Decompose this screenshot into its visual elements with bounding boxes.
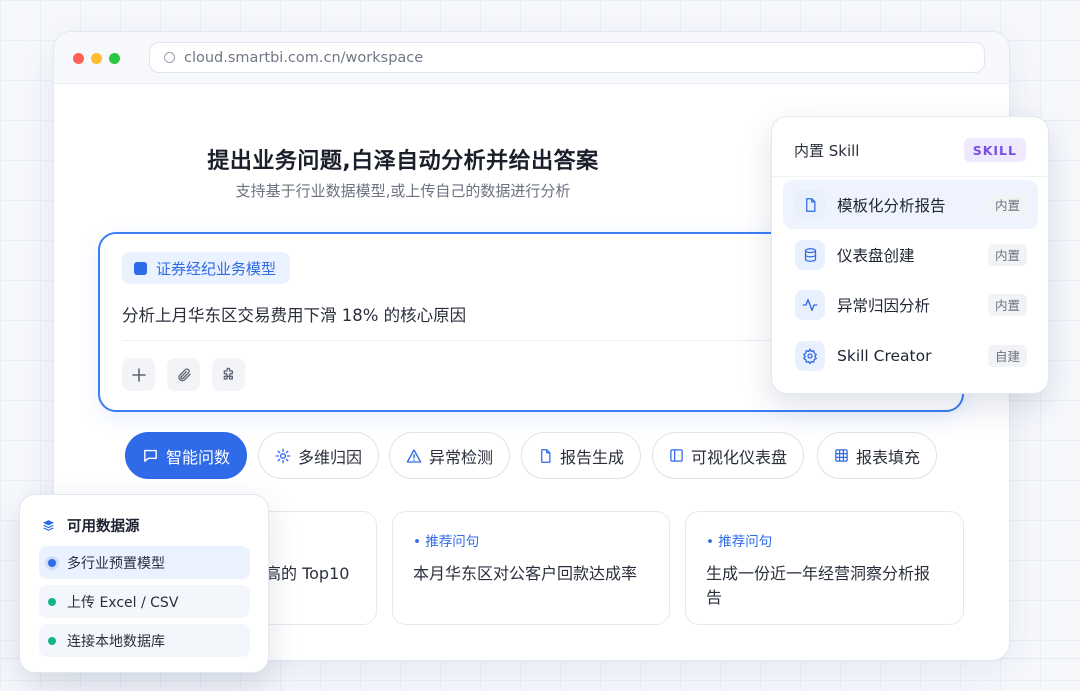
skill-tag: 内置 [987, 293, 1027, 316]
skill-item-template-report[interactable]: 模板化分析报告 内置 [783, 180, 1038, 229]
tab-label: 异常检测 [429, 447, 494, 467]
datasource-title-label: 可用数据源 [67, 519, 140, 535]
skill-name: Skill Creator [837, 346, 932, 365]
datasource-label: 多行业预置模型 [67, 555, 165, 572]
skill-item-creator[interactable]: Skill Creator 自建 [783, 331, 1038, 380]
skill-item-dashboard[interactable]: 仪表盘创建 内置 [783, 230, 1038, 279]
suggestion-tag: • 推荐问句 [706, 534, 773, 550]
status-dot-icon [48, 597, 56, 606]
database-icon [795, 239, 825, 270]
address-bar[interactable]: cloud.smartbi.com.cn/workspace [149, 42, 985, 73]
skill-name: 异常归因分析 [837, 296, 931, 315]
tab-attribution[interactable]: 多维归因 [258, 432, 380, 479]
pulse-icon [795, 289, 825, 320]
status-dot-icon [48, 636, 56, 645]
tab-form-fill[interactable]: 报表填充 [817, 432, 938, 479]
document-icon [795, 189, 825, 220]
tab-report[interactable]: 报告生成 [521, 432, 642, 479]
layers-icon [43, 520, 54, 531]
selected-dot-icon [48, 558, 56, 567]
page-subtitle: 支持基于行业数据模型,或上传自己的数据进行分析 [235, 182, 571, 200]
plus-icon [131, 367, 146, 382]
close-window-dot[interactable] [73, 53, 84, 64]
suggestion-text: 本月华东区对公客户回款达成率 [413, 564, 638, 583]
add-button[interactable] [122, 358, 155, 391]
suggestion-card[interactable]: • 推荐问句 生成一份近一年经营洞察分析报告 [685, 511, 964, 625]
tab-label: 报告生成 [560, 447, 625, 467]
document-icon [541, 448, 551, 463]
warning-icon [406, 448, 422, 463]
page-title: 提出业务问题,白泽自动分析并给出答案 [207, 149, 599, 174]
address-url: cloud.smartbi.com.cn/workspace [184, 49, 424, 66]
tab-label: 多维归因 [298, 447, 363, 467]
model-icon [134, 261, 147, 275]
skill-name: 模板化分析报告 [837, 196, 946, 215]
paperclip-icon [177, 367, 191, 381]
skill-tag: 自建 [987, 344, 1027, 367]
datasource-title: 可用数据源 [42, 515, 140, 536]
tab-smart-query[interactable]: 智能问数 [125, 432, 248, 479]
datasource-item-local-db[interactable]: 连接本地数据库 [39, 624, 250, 657]
skill-tag: 内置 [987, 243, 1027, 266]
attach-button[interactable] [167, 358, 200, 391]
site-info-icon [164, 52, 175, 63]
skill-item-anomaly[interactable]: 异常归因分析 内置 [783, 280, 1038, 329]
tab-label: 可视化仪表盘 [691, 447, 788, 467]
plugin-button[interactable] [212, 358, 245, 391]
suggestion-text: 生成一份近一年经营洞察分析报告 [706, 564, 931, 607]
skill-badge: SKILL [963, 138, 1026, 162]
datasource-panel: 可用数据源 多行业预置模型 上传 Excel / CSV 连接本地数据库 [19, 494, 269, 673]
model-chip-label: 证券经纪业务模型 [156, 259, 277, 278]
puzzle-icon [223, 367, 233, 380]
skill-tag: 内置 [987, 193, 1027, 216]
datasource-item-preset[interactable]: 多行业预置模型 [39, 546, 250, 579]
grid-icon [835, 449, 848, 462]
query-input[interactable]: 分析上月华东区交易费用下滑 18% 的核心原因 [122, 302, 466, 326]
skill-panel-title: 内置 Skill [794, 142, 860, 160]
tab-label: 智能问数 [166, 447, 231, 467]
tab-anomaly[interactable]: 异常检测 [389, 432, 511, 479]
suggestion-text: 高的 Top10 [265, 564, 350, 583]
panel-icon [670, 449, 683, 462]
sun-icon [275, 448, 291, 463]
tab-dashboard[interactable]: 可视化仪表盘 [652, 432, 805, 479]
query-divider [122, 340, 772, 341]
browser-titlebar: cloud.smartbi.com.cn/workspace [54, 32, 1009, 84]
skill-divider [772, 176, 1048, 177]
skill-panel: 内置 Skill SKILL 模板化分析报告 内置 仪表盘创建 内置 异常归因分… [771, 116, 1049, 394]
maximize-window-dot[interactable] [109, 53, 120, 64]
tab-label: 报表填充 [856, 447, 921, 467]
minimize-window-dot[interactable] [91, 53, 102, 64]
model-chip[interactable]: 证券经纪业务模型 [122, 252, 291, 284]
gear-icon [795, 340, 825, 371]
skill-name: 仪表盘创建 [837, 246, 915, 265]
datasource-label: 上传 Excel / CSV [67, 594, 179, 611]
datasource-item-upload[interactable]: 上传 Excel / CSV [39, 585, 250, 618]
datasource-label: 连接本地数据库 [67, 633, 165, 650]
suggestion-card[interactable]: • 推荐问句 本月华东区对公客户回款达成率 [392, 511, 670, 625]
chat-icon [144, 449, 157, 462]
suggestion-tag: • 推荐问句 [413, 534, 480, 550]
